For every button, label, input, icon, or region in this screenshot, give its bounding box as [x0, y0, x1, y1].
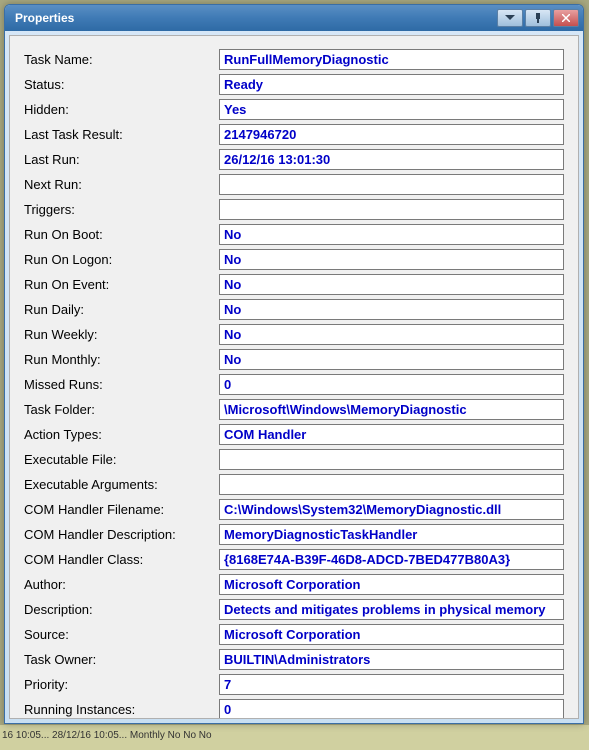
property-value[interactable]: {8168E74A-B39F-46D8-ADCD-7BED477B80A3}: [219, 549, 564, 570]
property-value[interactable]: No: [219, 274, 564, 295]
property-label: Action Types:: [24, 427, 219, 442]
property-label: Task Folder:: [24, 402, 219, 417]
property-value[interactable]: COM Handler: [219, 424, 564, 445]
property-value[interactable]: 2147946720: [219, 124, 564, 145]
property-row: COM Handler Description:MemoryDiagnostic…: [24, 523, 564, 545]
property-label: Running Instances:: [24, 702, 219, 717]
property-value[interactable]: No: [219, 324, 564, 345]
property-value[interactable]: [219, 199, 564, 220]
property-value[interactable]: [219, 174, 564, 195]
property-value[interactable]: No: [219, 224, 564, 245]
window-title: Properties: [15, 11, 497, 25]
property-label: Task Name:: [24, 52, 219, 67]
property-row: Executable Arguments:: [24, 473, 564, 495]
property-label: Last Run:: [24, 152, 219, 167]
background-grid: 16 10:05... 28/12/16 10:05... Monthly No…: [0, 725, 589, 750]
property-label: Run On Logon:: [24, 252, 219, 267]
property-row: Missed Runs:0: [24, 373, 564, 395]
property-row: Run On Logon:No: [24, 248, 564, 270]
property-row: Running Instances:0: [24, 698, 564, 719]
property-row: Action Types:COM Handler: [24, 423, 564, 445]
property-label: COM Handler Description:: [24, 527, 219, 542]
property-row: Status:Ready: [24, 73, 564, 95]
property-value[interactable]: [219, 474, 564, 495]
property-value[interactable]: \Microsoft\Windows\MemoryDiagnostic: [219, 399, 564, 420]
property-row: Priority:7: [24, 673, 564, 695]
property-label: Run On Boot:: [24, 227, 219, 242]
property-value[interactable]: 0: [219, 699, 564, 720]
property-label: Executable File:: [24, 452, 219, 467]
property-label: Run Weekly:: [24, 327, 219, 342]
property-label: Run On Event:: [24, 277, 219, 292]
property-label: Executable Arguments:: [24, 477, 219, 492]
close-button[interactable]: [553, 9, 579, 27]
property-value[interactable]: No: [219, 349, 564, 370]
property-label: Status:: [24, 77, 219, 92]
property-row: Description:Detects and mitigates proble…: [24, 598, 564, 620]
property-label: Run Monthly:: [24, 352, 219, 367]
property-row: Run On Event:No: [24, 273, 564, 295]
property-value[interactable]: 7: [219, 674, 564, 695]
property-value[interactable]: Microsoft Corporation: [219, 624, 564, 645]
property-row: Run On Boot:No: [24, 223, 564, 245]
property-value[interactable]: RunFullMemoryDiagnostic: [219, 49, 564, 70]
titlebar-buttons: [497, 9, 579, 27]
property-row: Next Run:: [24, 173, 564, 195]
fields-container: Task Name:RunFullMemoryDiagnosticStatus:…: [24, 48, 564, 719]
property-label: COM Handler Filename:: [24, 502, 219, 517]
property-value[interactable]: No: [219, 299, 564, 320]
property-label: Hidden:: [24, 102, 219, 117]
property-row: Source:Microsoft Corporation: [24, 623, 564, 645]
property-label: Triggers:: [24, 202, 219, 217]
property-label: Task Owner:: [24, 652, 219, 667]
property-value[interactable]: No: [219, 249, 564, 270]
property-value[interactable]: Yes: [219, 99, 564, 120]
property-row: COM Handler Class:{8168E74A-B39F-46D8-AD…: [24, 548, 564, 570]
property-row: Task Folder:\Microsoft\Windows\MemoryDia…: [24, 398, 564, 420]
property-value[interactable]: BUILTIN\Administrators: [219, 649, 564, 670]
property-label: COM Handler Class:: [24, 552, 219, 567]
property-value[interactable]: MemoryDiagnosticTaskHandler: [219, 524, 564, 545]
titlebar[interactable]: Properties: [5, 5, 583, 31]
pin-button[interactable]: [525, 9, 551, 27]
property-row: COM Handler Filename:C:\Windows\System32…: [24, 498, 564, 520]
property-value[interactable]: 0: [219, 374, 564, 395]
property-value[interactable]: C:\Windows\System32\MemoryDiagnostic.dll: [219, 499, 564, 520]
property-value[interactable]: Ready: [219, 74, 564, 95]
property-label: Description:: [24, 602, 219, 617]
property-row: Triggers:: [24, 198, 564, 220]
property-row: Last Task Result:2147946720: [24, 123, 564, 145]
property-row: Run Monthly:No: [24, 348, 564, 370]
property-value[interactable]: Detects and mitigates problems in physic…: [219, 599, 564, 620]
property-label: Priority:: [24, 677, 219, 692]
property-row: Run Weekly:No: [24, 323, 564, 345]
property-value[interactable]: 26/12/16 13:01:30: [219, 149, 564, 170]
property-row: Hidden:Yes: [24, 98, 564, 120]
properties-window: Properties Task Name:RunFullMemoryDiagno…: [4, 4, 584, 724]
content-panel: Task Name:RunFullMemoryDiagnosticStatus:…: [9, 35, 579, 719]
property-row: Last Run:26/12/16 13:01:30: [24, 148, 564, 170]
property-label: Author:: [24, 577, 219, 592]
property-row: Author:Microsoft Corporation: [24, 573, 564, 595]
property-label: Next Run:: [24, 177, 219, 192]
property-label: Missed Runs:: [24, 377, 219, 392]
property-row: Task Owner:BUILTIN\Administrators: [24, 648, 564, 670]
property-label: Last Task Result:: [24, 127, 219, 142]
property-value[interactable]: [219, 449, 564, 470]
minimize-button[interactable]: [497, 9, 523, 27]
property-label: Run Daily:: [24, 302, 219, 317]
property-row: Task Name:RunFullMemoryDiagnostic: [24, 48, 564, 70]
property-row: Executable File:: [24, 448, 564, 470]
property-label: Source:: [24, 627, 219, 642]
property-value[interactable]: Microsoft Corporation: [219, 574, 564, 595]
property-row: Run Daily:No: [24, 298, 564, 320]
